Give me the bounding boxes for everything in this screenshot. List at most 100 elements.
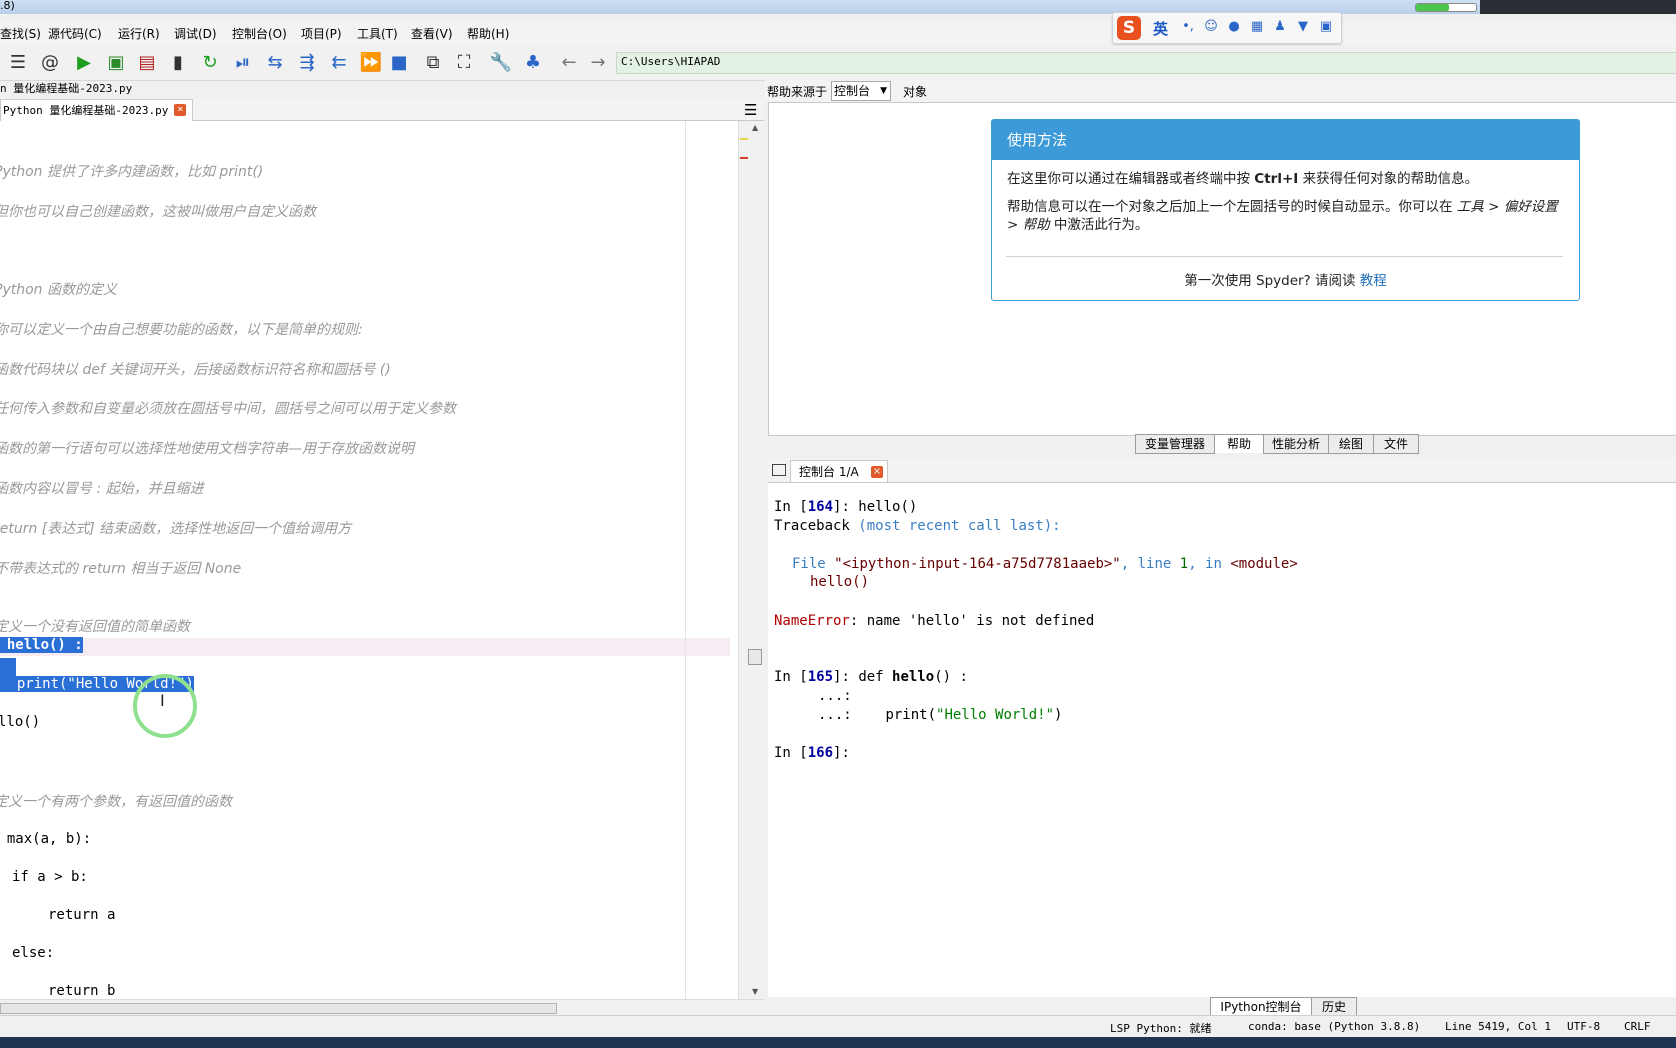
editor-tab-label: Python 量化编程基础-2023.py: [3, 104, 169, 117]
ipython-console[interactable]: In [164]: hello() Traceback (most recent…: [768, 483, 1676, 997]
edge-line: [685, 121, 686, 999]
code-line-def-hello: f hello() :: [0, 637, 83, 653]
comment-line: Python 提供了许多内建函数，比如 print(): [0, 164, 264, 180]
code-line-else: else:: [12, 945, 55, 961]
editor-vertical-scrollbar[interactable]: ▲ ▼: [738, 121, 765, 999]
code-line-return-a: return a: [48, 907, 116, 923]
title-strip-dark-area: [1480, 0, 1676, 14]
menu-console[interactable]: 控制台(O): [232, 25, 287, 42]
chevron-down-icon: ▼: [880, 86, 887, 96]
python-icon[interactable]: ♣: [520, 51, 546, 75]
rerun-icon[interactable]: ↻: [197, 51, 223, 75]
menu-search[interactable]: 查找(S): [0, 25, 41, 42]
close-icon[interactable]: ×: [174, 104, 187, 116]
toolbox-icon[interactable]: ▣: [1319, 20, 1333, 34]
step-return-icon[interactable]: ⇇: [326, 51, 352, 75]
tab-ipython-console[interactable]: IPython控制台: [1210, 997, 1312, 1016]
user-icon[interactable]: ♟: [1273, 20, 1287, 34]
menu-run[interactable]: 运行(R): [118, 25, 160, 42]
punctuation-icon[interactable]: •,: [1181, 20, 1195, 34]
console-line: ...: print("Hello World!"): [818, 707, 1063, 723]
lsp-status: LSP Python: 就绪: [1110, 1022, 1212, 1035]
tutorial-link[interactable]: 教程: [1360, 273, 1387, 289]
usage-paragraph-1: 在这里你可以通过在编辑器或者终端中按 Ctrl+I 来获得任何对象的帮助信息。: [1007, 171, 1479, 187]
comment-line: Python 函数的定义: [0, 282, 117, 298]
console-line: hello(): [810, 574, 870, 590]
tab-files[interactable]: 文件: [1373, 434, 1419, 454]
menu-help[interactable]: 帮助(H): [467, 25, 509, 42]
comment-line: 但你也可以自己创建函数，这被叫做用户自定义函数: [0, 204, 316, 220]
menu-tools[interactable]: 工具(T): [357, 25, 398, 42]
back-arrow-icon[interactable]: ←: [556, 51, 582, 75]
ime-language[interactable]: 英: [1153, 18, 1168, 39]
console-line: In [166]:: [774, 745, 850, 761]
tab-help[interactable]: 帮助: [1214, 434, 1264, 453]
at-icon[interactable]: @: [37, 51, 63, 75]
line-endings: CRLF: [1624, 1020, 1651, 1033]
comment-line: 函数的第一行语句可以选择性地使用文档字符串—用于存放函数说明: [0, 441, 414, 457]
microphone-icon[interactable]: ●: [1227, 20, 1241, 34]
forward-arrow-icon[interactable]: →: [585, 51, 611, 75]
code-line-if: if a > b:: [12, 869, 88, 885]
fullscreen-icon[interactable]: ⛶: [451, 51, 477, 75]
menu-debug[interactable]: 调试(D): [174, 25, 217, 42]
file-encoding: UTF-8: [1567, 1020, 1601, 1033]
emoji-icon[interactable]: ☺: [1204, 20, 1218, 34]
main-toolbar: ☰ @ ▶ ▣ ▤ ▮ ↻ ⏯ ⇆ ⇶ ⇇ ⏩ ■ ⧉ ⛶ 🔧 ♣ ← → C:…: [0, 46, 1676, 81]
run-icon[interactable]: ▶: [71, 51, 97, 75]
working-directory-field[interactable]: C:\Users\HIAPAD: [616, 52, 1676, 74]
sogou-logo-icon[interactable]: S: [1117, 16, 1141, 40]
error-marker: [740, 157, 748, 159]
status-bar: LSP Python: 就绪 conda: base (Python 3.8.8…: [0, 1015, 1676, 1038]
scrollbar-thumb[interactable]: [0, 1003, 557, 1014]
console-line: In [164]: hello(): [774, 499, 918, 515]
comment-line: 函数内容以冒号 : 起始，并且缩进: [0, 481, 204, 497]
window-title-strip: .8): [0, 0, 1676, 14]
comment-line: 任何传入参数和自变量必须放在圆括号中间，圆括号之间可以用于定义参数: [0, 401, 456, 417]
help-source-select[interactable]: 控制台 ▼: [831, 81, 891, 101]
console-tab-label: 控制台 1/A: [799, 465, 859, 479]
run-cell-advance-icon[interactable]: ▤: [134, 51, 160, 75]
step-into-icon[interactable]: ⇶: [294, 51, 320, 75]
menu-view[interactable]: 查看(V): [411, 25, 453, 42]
current-line-highlight: [0, 638, 730, 656]
run-cell-icon[interactable]: ▣: [103, 51, 129, 75]
console-tab[interactable]: 控制台 1/A ×: [790, 460, 888, 482]
selection-indent: [0, 658, 16, 676]
folder-icon[interactable]: [772, 464, 786, 476]
tab-history[interactable]: 历史: [1311, 997, 1357, 1017]
debug-icon[interactable]: ⏯: [230, 51, 256, 75]
wrench-icon[interactable]: 🔧: [488, 51, 514, 75]
comment-line: 定义一个没有返回值的简单函数: [0, 619, 190, 635]
divider: [1006, 256, 1563, 257]
continue-icon[interactable]: ⏩: [358, 51, 384, 75]
tab-plots[interactable]: 绘图: [1328, 434, 1374, 454]
editor-tab[interactable]: Python 量化编程基础-2023.py ×: [0, 99, 194, 121]
scroll-up-icon[interactable]: ▲: [752, 123, 758, 132]
maximize-pane-icon[interactable]: ⧉: [420, 51, 446, 75]
ime-toolbar: S 英 •, ☺ ● ▦ ♟ ▼ ▣: [1112, 12, 1342, 44]
scroll-down-icon[interactable]: ▼: [752, 987, 758, 996]
click-indicator-ring: [133, 674, 197, 738]
code-line-return-b: return b: [48, 983, 116, 999]
keyboard-icon[interactable]: ▦: [1250, 20, 1264, 34]
menu-source[interactable]: 源代码(C): [48, 25, 102, 42]
run-selection-icon[interactable]: ▮: [165, 51, 191, 75]
editor-horizontal-scrollbar[interactable]: [0, 999, 764, 1016]
editor-options-menu-icon[interactable]: ☰: [744, 101, 757, 119]
console-line: File "<ipython-input-164-a75d7781aaeb>",…: [792, 556, 1298, 572]
scrollbar-thumb[interactable]: [748, 649, 762, 665]
menu-project[interactable]: 项目(P): [301, 25, 342, 42]
step-icon[interactable]: ⇆: [262, 51, 288, 75]
tab-variable-explorer[interactable]: 变量管理器: [1135, 434, 1215, 454]
usage-title: 使用方法: [992, 120, 1579, 160]
help-pane: 使用方法 在这里你可以通过在编辑器或者终端中按 Ctrl+I 来获得任何对象的帮…: [768, 102, 1676, 436]
stop-icon[interactable]: ■: [386, 51, 412, 75]
tab-profiler[interactable]: 性能分析: [1263, 434, 1329, 454]
outline-icon[interactable]: ☰: [5, 51, 31, 75]
skin-icon[interactable]: ▼: [1296, 20, 1310, 34]
code-editor[interactable]: Python 提供了许多内建函数，比如 print() 但你也可以自己创建函数，…: [0, 121, 738, 999]
warning-marker: [740, 138, 748, 140]
close-icon[interactable]: ×: [871, 466, 883, 478]
text-cursor-icon: I: [160, 691, 165, 710]
